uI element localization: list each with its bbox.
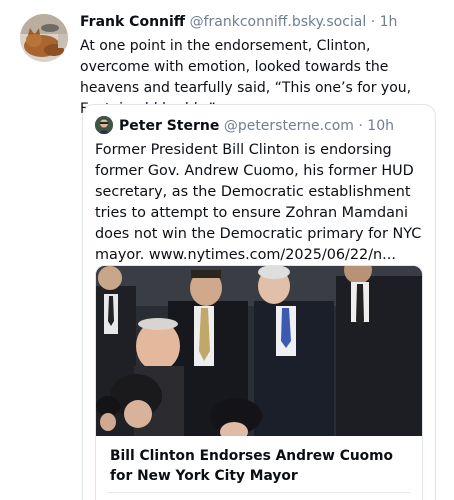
- quote-time[interactable]: 10h: [367, 118, 394, 134]
- quote-separator: ·: [358, 118, 363, 134]
- author-avatar[interactable]: [20, 14, 68, 62]
- post-header: Frank Conniff @frankconniff.bsky.social …: [80, 13, 446, 31]
- author-name[interactable]: Frank Conniff: [80, 14, 185, 30]
- quote-text: Former President Bill Clinton is endorsi…: [95, 142, 422, 263]
- quote-avatar[interactable]: [95, 116, 113, 134]
- quote-header: Peter Sterne @petersterne.com · 10h: [95, 116, 427, 136]
- author-handle[interactable]: @frankconniff.bsky.social: [190, 14, 367, 30]
- post-time[interactable]: 1h: [380, 14, 398, 30]
- quoted-post[interactable]: Peter Sterne @petersterne.com · 10h Form…: [82, 104, 436, 500]
- cat-avatar-icon: [20, 14, 68, 62]
- person-avatar-icon: [95, 116, 113, 134]
- link-card-title[interactable]: Bill Clinton Endorses Andrew Cuomo for N…: [110, 446, 410, 486]
- quote-author-handle[interactable]: @petersterne.com: [224, 118, 354, 134]
- header-separator: ·: [370, 14, 376, 30]
- link-card[interactable]: Bill Clinton Endorses Andrew Cuomo for N…: [95, 265, 423, 500]
- post: Frank Conniff @frankconniff.bsky.social …: [0, 0, 454, 500]
- news-photo: [96, 266, 422, 436]
- link-card-divider: [108, 492, 410, 493]
- quote-author-name[interactable]: Peter Sterne: [119, 118, 219, 134]
